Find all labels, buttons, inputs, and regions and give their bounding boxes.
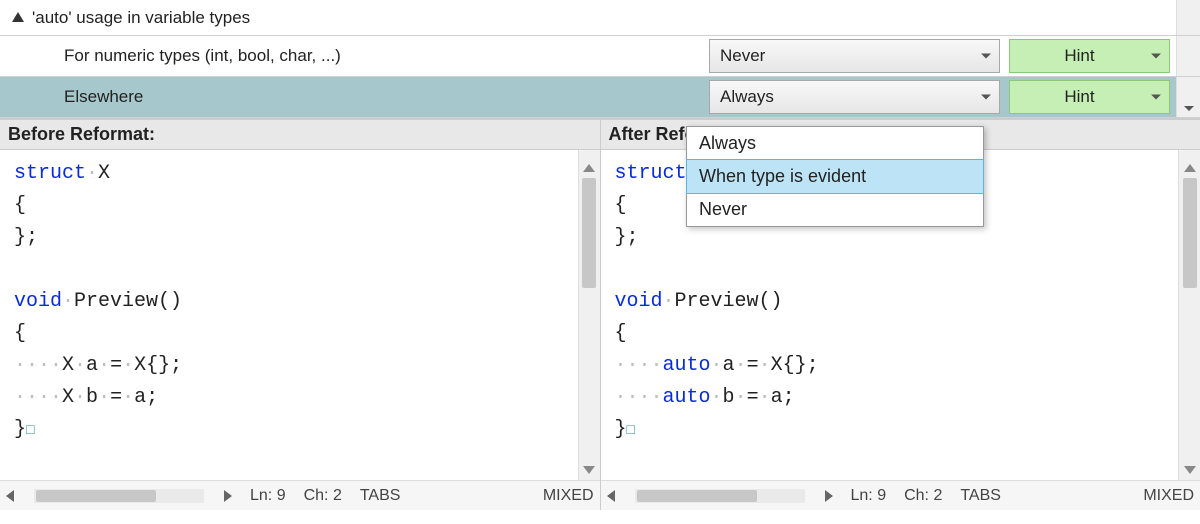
- scroll-thumb[interactable]: [582, 178, 596, 288]
- scroll-thumb[interactable]: [1183, 178, 1197, 288]
- preview-headers: Before Reformat: After Reformat:: [0, 118, 1200, 150]
- after-status-bar: Ln: 9 Ch: 2 TABS MIXED: [601, 480, 1200, 510]
- settings-scrollbar[interactable]: [1176, 0, 1200, 35]
- horizontal-scrollbar[interactable]: [34, 489, 204, 503]
- scroll-left-icon[interactable]: [6, 490, 14, 502]
- dropdown-value: Always: [720, 87, 774, 107]
- preview-panes: struct·X { }; void·Preview() { ····X·a·=…: [0, 150, 1200, 510]
- row-label: For numeric types (int, bool, char, ...): [64, 46, 341, 66]
- row-label: Elsewhere: [64, 87, 143, 107]
- scroll-down-icon[interactable]: [1184, 466, 1196, 474]
- vertical-scrollbar[interactable]: [1178, 150, 1200, 480]
- status-tabs: TABS: [960, 487, 1001, 505]
- value-dropdown-popup: Always When type is evident Never: [686, 126, 984, 227]
- before-header: Before Reformat:: [0, 120, 600, 149]
- scroll-up-icon[interactable]: [1184, 164, 1196, 172]
- settings-row-numeric[interactable]: For numeric types (int, bool, char, ...)…: [0, 36, 1200, 77]
- value-dropdown[interactable]: Always: [709, 80, 1000, 114]
- settings-grid: 'auto' usage in variable types For numer…: [0, 0, 1200, 118]
- group-label: 'auto' usage in variable types: [32, 8, 250, 28]
- collapse-triangle-icon[interactable]: [12, 12, 24, 22]
- vertical-scrollbar[interactable]: [578, 150, 600, 480]
- scroll-right-icon[interactable]: [825, 490, 833, 502]
- status-line: Ln: 9: [250, 487, 286, 505]
- chevron-down-icon: [981, 95, 991, 100]
- severity-dropdown[interactable]: Hint: [1009, 39, 1170, 73]
- chevron-down-icon: [981, 54, 991, 59]
- scroll-thumb[interactable]: [637, 490, 757, 502]
- chevron-down-icon: [1184, 106, 1194, 111]
- severity-value: Hint: [1064, 87, 1094, 107]
- dropdown-option[interactable]: When type is evident: [686, 159, 984, 194]
- status-enc: MIXED: [543, 487, 594, 505]
- severity-dropdown[interactable]: Hint: [1009, 80, 1170, 114]
- status-line: Ln: 9: [851, 487, 887, 505]
- scroll-up-icon[interactable]: [583, 164, 595, 172]
- status-enc: MIXED: [1143, 487, 1194, 505]
- scroll-down-icon[interactable]: [583, 466, 595, 474]
- settings-row-elsewhere[interactable]: Elsewhere Always Hint: [0, 77, 1200, 118]
- chevron-down-icon: [1151, 54, 1161, 59]
- scroll-thumb[interactable]: [36, 490, 156, 502]
- scroll-right-icon[interactable]: [224, 490, 232, 502]
- status-tabs: TABS: [360, 487, 401, 505]
- settings-group-row[interactable]: 'auto' usage in variable types: [0, 0, 1200, 36]
- before-code[interactable]: struct·X { }; void·Preview() { ····X·a·=…: [0, 150, 578, 480]
- chevron-down-icon: [1151, 95, 1161, 100]
- status-col: Ch: 2: [904, 487, 942, 505]
- before-pane: struct·X { }; void·Preview() { ····X·a·=…: [0, 150, 601, 510]
- severity-value: Hint: [1064, 46, 1094, 66]
- status-col: Ch: 2: [304, 487, 342, 505]
- dropdown-option[interactable]: Always: [687, 127, 983, 160]
- dropdown-option[interactable]: Never: [687, 193, 983, 226]
- dropdown-value: Never: [720, 46, 765, 66]
- settings-scrollbar[interactable]: [1176, 36, 1200, 76]
- settings-scrollbar[interactable]: [1176, 77, 1200, 117]
- scroll-left-icon[interactable]: [607, 490, 615, 502]
- horizontal-scrollbar[interactable]: [635, 489, 805, 503]
- before-status-bar: Ln: 9 Ch: 2 TABS MIXED: [0, 480, 600, 510]
- value-dropdown[interactable]: Never: [709, 39, 1000, 73]
